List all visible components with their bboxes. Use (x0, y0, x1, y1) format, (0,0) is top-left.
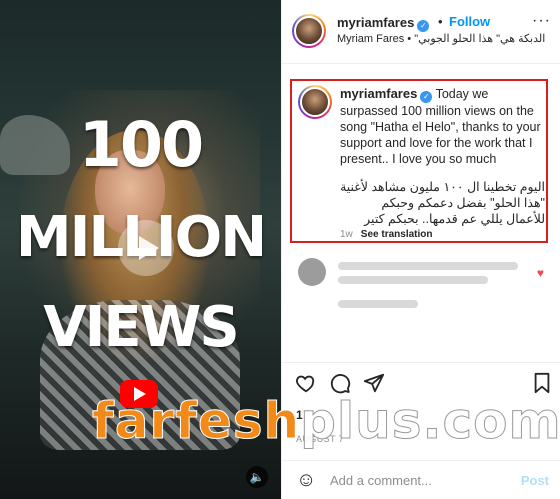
comment-like-icon[interactable]: ♥ (537, 266, 544, 280)
caption-text: myriamfares ✓ Today we surpassed 100 mill… (340, 86, 545, 167)
heart-icon[interactable] (294, 372, 318, 396)
action-bar (282, 372, 560, 402)
overlay-text-views: VIEWS (43, 295, 240, 360)
follow-button[interactable]: Follow (449, 14, 490, 29)
caption-arabic: اليوم تخطينا ال ١٠٠ مليون مشاهد لأغنية "… (340, 180, 545, 226)
more-options-icon[interactable]: ··· (532, 12, 551, 30)
divider (282, 362, 560, 363)
blurred-text-line (338, 276, 488, 284)
separator-dot: • (438, 14, 443, 29)
likes-count[interactable]: 1 (296, 408, 303, 422)
play-icon[interactable] (118, 220, 174, 276)
verified-badge-icon: ✓ (420, 91, 433, 103)
username-link[interactable]: myriamfares (337, 15, 414, 30)
caption-highlight: myriamfares ✓ Today we surpassed 100 mill… (290, 79, 548, 243)
avatar[interactable] (292, 14, 326, 48)
post-header: myriamfares ✓ • Follow Myriam Fares • "ال… (282, 0, 560, 64)
header-subtitle[interactable]: Myriam Fares • "الدبكة هي" هذا الحلو الج… (337, 32, 552, 46)
mute-button[interactable]: 🔈 (246, 466, 268, 488)
bookmark-icon[interactable] (530, 372, 554, 396)
caption-time: 1w (340, 229, 353, 240)
header-username[interactable]: myriamfares ✓ (337, 14, 430, 32)
add-comment-row: ☺ Add a comment... Post (282, 460, 560, 499)
share-icon[interactable] (362, 372, 386, 396)
post-date[interactable]: AUGUST 7 (296, 434, 344, 444)
verified-badge-icon: ✓ (417, 20, 430, 32)
video-player[interactable]: 100 MILLION VIEWS 🔈 (0, 0, 281, 499)
caption-meta: 1w See translation (340, 229, 433, 240)
comment-icon[interactable] (328, 372, 352, 396)
add-comment-input[interactable]: Add a comment... (330, 473, 432, 488)
post-panel: myriamfares ✓ • Follow Myriam Fares • "ال… (281, 0, 560, 499)
blurred-comment: ♥ (298, 258, 548, 318)
blurred-text-line (338, 300, 418, 308)
youtube-logo-icon (120, 380, 158, 408)
post-button[interactable]: Post (521, 473, 549, 488)
commenter-avatar (298, 258, 326, 286)
overlay-text-100: 100 (78, 108, 204, 181)
emoji-icon[interactable]: ☺ (296, 469, 316, 492)
caption-avatar[interactable] (298, 85, 332, 119)
caption-username[interactable]: myriamfares (340, 86, 417, 101)
blurred-text-line (338, 262, 518, 270)
see-translation-link[interactable]: See translation (361, 229, 433, 240)
